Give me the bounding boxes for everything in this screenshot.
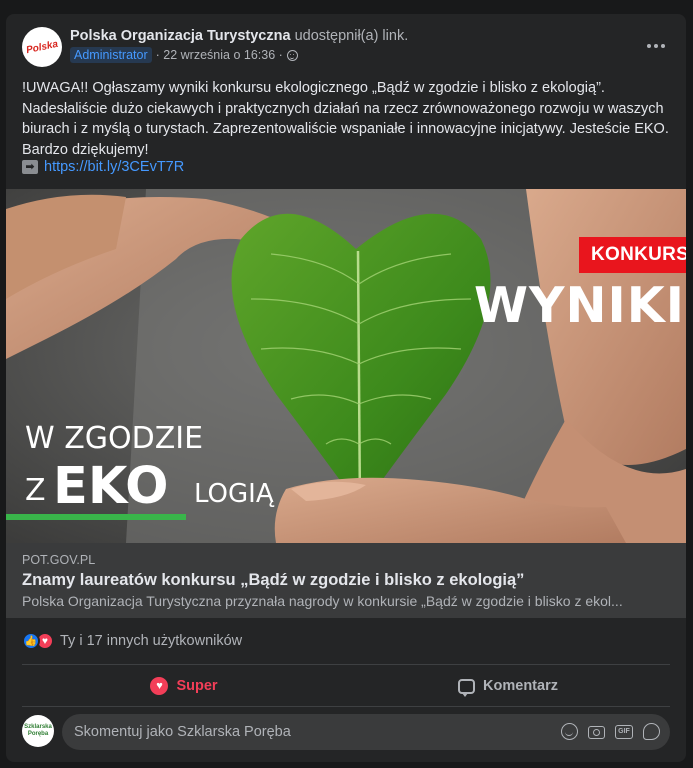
divider (22, 706, 670, 707)
globe-icon (286, 49, 298, 61)
link-description: Polska Organizacja Turystyczna przyznała… (22, 593, 623, 609)
slogan-logia: LOGIĄ (194, 479, 274, 509)
comment-icon (458, 678, 476, 697)
post-image[interactable]: KONKURS WYNIKI W ZGODZIE Z EKO LOGIĄ (6, 189, 686, 543)
slogan-eko: EKO (53, 457, 169, 516)
comment-label: Komentarz (483, 678, 558, 694)
post-text: !UWAGA!! Ogłaszamy wyniki konkursu ekolo… (22, 80, 669, 158)
page-avatar[interactable]: Polska (22, 27, 62, 67)
post-card: Polska Polska Organizacja Turystyczna ud… (6, 14, 686, 762)
sticker-icon[interactable] (643, 723, 660, 740)
arrow-right-icon: ➡ (22, 160, 38, 174)
link-title[interactable]: Znamy laureatów konkursu „Bądź w zgodzie… (22, 571, 670, 590)
slogan-z: Z (25, 473, 46, 508)
wyniki-heading: WYNIKI (474, 277, 685, 334)
comment-composer: Szklarska Poręba Skomentuj jako Szklarsk… (22, 714, 670, 750)
reactions-summary[interactable]: 👍 ♥ Ty i 17 innych użytkowników (22, 632, 242, 650)
comment-tools: GIF (561, 723, 660, 740)
author-line: Polska Organizacja Turystyczna udostępni… (70, 28, 408, 44)
more-options-button[interactable] (642, 32, 670, 60)
divider (22, 664, 670, 665)
green-accent-bar (6, 514, 186, 520)
reactions-count[interactable]: Ty i 17 innych użytkowników (60, 633, 242, 649)
link-preview[interactable]: POT.GOV.PL Znamy laureatów konkursu „Bąd… (6, 543, 686, 618)
post-header: Polska Polska Organizacja Turystyczna ud… (22, 26, 670, 68)
post-meta: Administrator · 22 września o 16:36 · (70, 47, 298, 63)
emoji-icon[interactable] (561, 723, 578, 740)
post-link[interactable]: https://bit.ly/3CEvT7R (44, 159, 184, 175)
super-label: Super (176, 678, 218, 694)
comment-button[interactable]: Komentarz (346, 668, 670, 704)
comment-input[interactable]: Skomentuj jako Szklarska Poręba GIF (62, 714, 670, 750)
link-domain: POT.GOV.PL (22, 553, 96, 567)
super-button[interactable]: ♥ Super (22, 668, 346, 704)
more-icon (647, 44, 651, 48)
gif-icon[interactable]: GIF (615, 725, 633, 739)
camera-icon[interactable] (588, 726, 605, 739)
role-badge: Administrator (70, 47, 152, 63)
like-icon: 👍 (22, 632, 40, 650)
author-name[interactable]: Polska Organizacja Turystyczna (70, 28, 291, 44)
post-action: udostępnił(a) link. (294, 28, 409, 44)
konkurs-banner: KONKURS (579, 237, 686, 273)
comment-placeholder: Skomentuj jako Szklarska Poręba (74, 724, 291, 740)
action-bar: ♥ Super Komentarz (22, 668, 670, 704)
page-logo: Polska (25, 38, 59, 56)
slogan-line1: W ZGODZIE (25, 421, 204, 456)
post-timestamp[interactable]: · 22 września o 16:36 · (156, 48, 283, 62)
post-link-line: ➡ https://bit.ly/3CEvT7R (22, 159, 184, 175)
heart-icon: ♥ (150, 677, 169, 695)
commenter-avatar[interactable]: Szklarska Poręba (22, 715, 54, 747)
